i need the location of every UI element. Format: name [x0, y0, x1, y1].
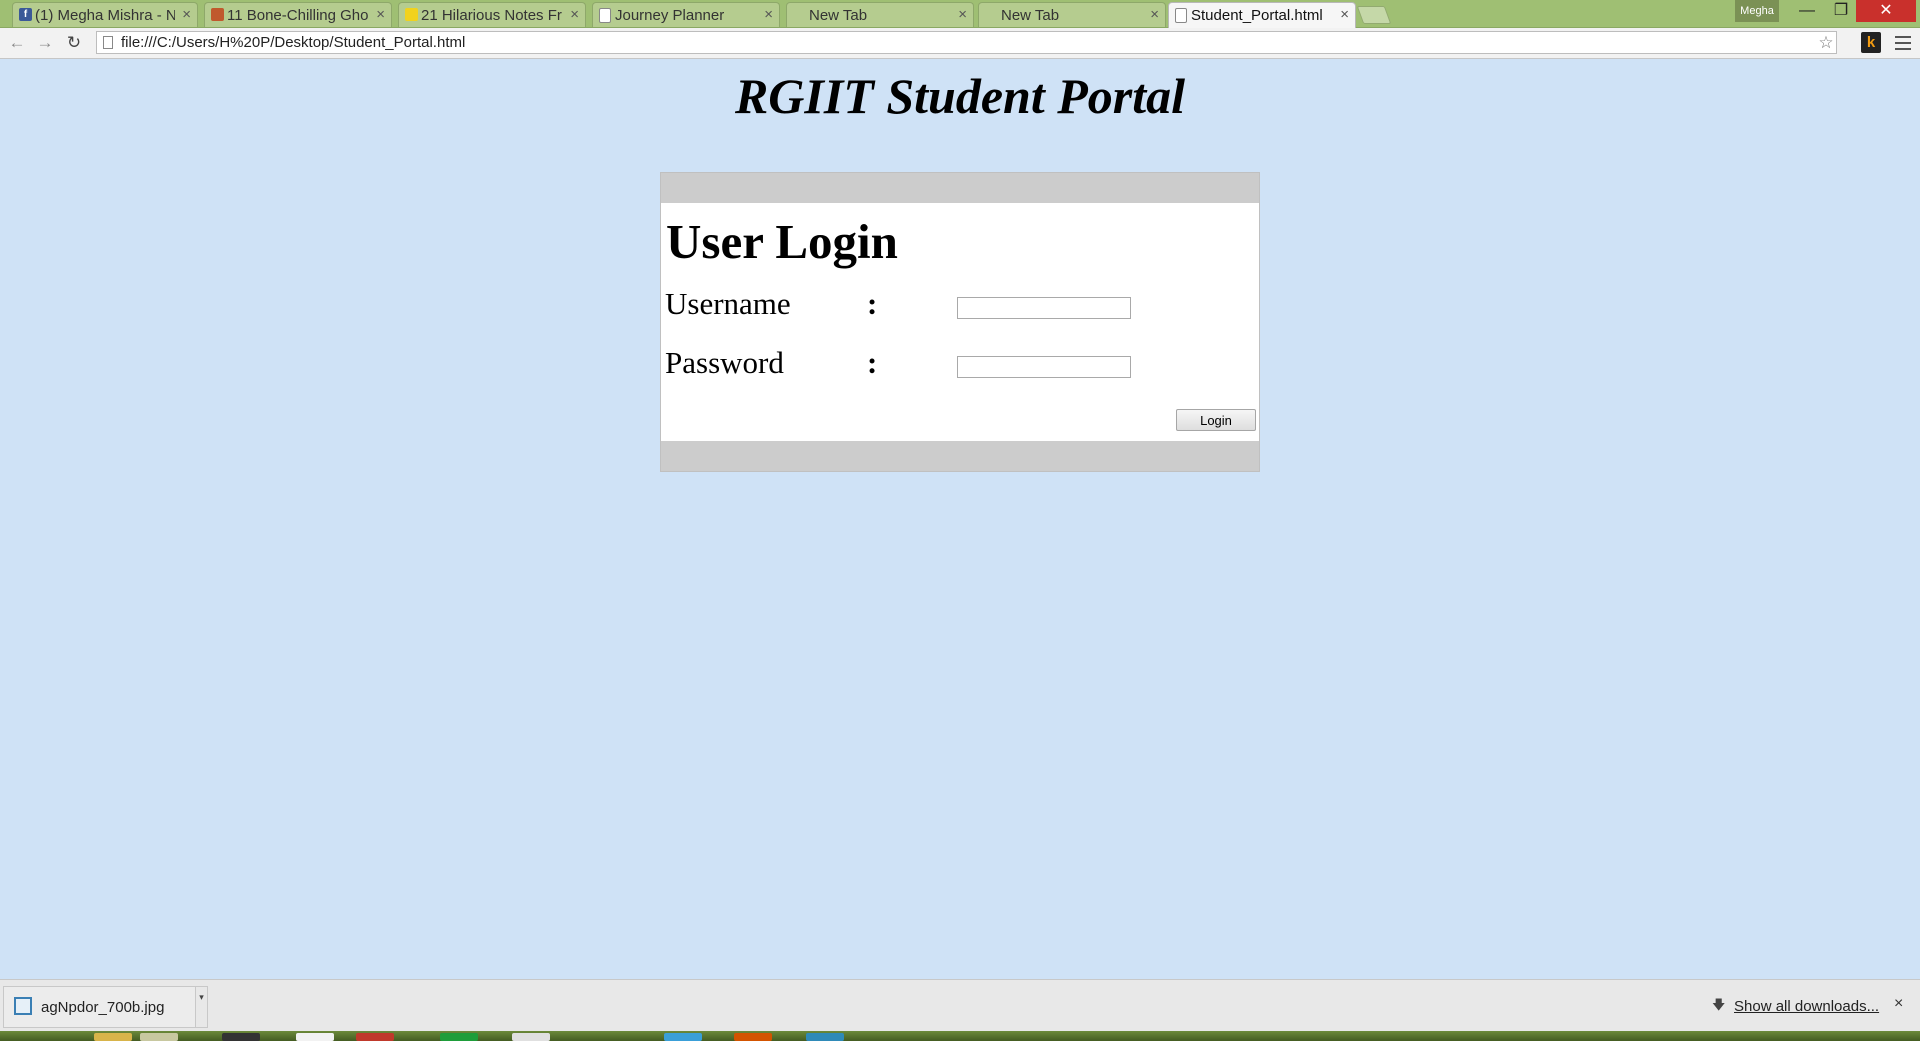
login-button[interactable]: Login [1176, 409, 1256, 431]
menu-icon[interactable] [1893, 32, 1913, 52]
facebook-icon: f [19, 8, 32, 21]
username-label: Username [665, 286, 791, 321]
password-label: Password [665, 345, 784, 380]
password-colon: : [867, 345, 878, 380]
tab-label: New Tab [1001, 6, 1060, 24]
site-icon [405, 8, 418, 21]
minimize-icon[interactable]: — [1790, 0, 1824, 22]
tab-student-portal[interactable]: Student_Portal.html × [1168, 2, 1356, 28]
new-tab-button[interactable] [1356, 6, 1392, 24]
close-icon[interactable]: × [1894, 995, 1903, 1013]
tab-hilarious-notes[interactable]: 21 Hilarious Notes Fr × [398, 2, 586, 27]
forward-arrow-icon[interactable]: → [35, 33, 55, 53]
taskbar-app-icon[interactable] [222, 1033, 260, 1041]
login-heading: User Login [666, 214, 898, 269]
tab-label: 21 Hilarious Notes Fr [421, 6, 562, 24]
address-url: file:///C:/Users/H%20P/Desktop/Student_P… [121, 34, 466, 51]
taskbar [0, 1031, 1920, 1041]
tab-journey-planner[interactable]: Journey Planner × [592, 2, 780, 27]
reload-icon[interactable]: ↻ [64, 33, 84, 53]
back-arrow-icon[interactable]: ← [7, 33, 27, 53]
taskbar-app-icon[interactable] [734, 1033, 772, 1041]
tab-label: Journey Planner [615, 6, 725, 24]
close-icon[interactable]: × [764, 6, 773, 23]
download-arrow-icon: 🡇 [1712, 997, 1726, 1012]
tab-facebook[interactable]: f (1) Megha Mishra - N × [12, 2, 198, 27]
tab-label: New Tab [809, 6, 868, 24]
taskbar-app-icon[interactable] [356, 1033, 394, 1041]
login-form: User Login Username : Password : Login [660, 172, 1260, 472]
taskbar-app-icon[interactable] [296, 1033, 334, 1041]
show-all-downloads-link[interactable]: Show all downloads... [1734, 998, 1879, 1015]
close-icon[interactable]: × [1340, 6, 1349, 23]
close-icon[interactable]: × [958, 6, 967, 23]
download-item[interactable]: agNpdor_700b.jpg [3, 986, 196, 1028]
page-icon [1175, 8, 1187, 23]
page-title: RGIIT Student Portal [734, 68, 1186, 124]
extension-k-icon[interactable]: k [1861, 32, 1881, 53]
site-icon [211, 8, 224, 21]
taskbar-app-icon[interactable] [140, 1033, 178, 1041]
profile-badge[interactable]: Megha [1735, 0, 1779, 22]
taskbar-app-icon[interactable] [512, 1033, 550, 1041]
login-footer-bar [661, 441, 1259, 471]
bookmark-star-icon[interactable]: ☆ [1815, 32, 1837, 53]
address-bar[interactable]: file:///C:/Users/H%20P/Desktop/Student_P… [96, 31, 1837, 54]
taskbar-app-icon[interactable] [440, 1033, 478, 1041]
close-icon[interactable]: × [182, 6, 191, 23]
username-input[interactable] [957, 297, 1131, 319]
taskbar-app-icon[interactable] [94, 1033, 132, 1041]
password-input[interactable] [957, 356, 1131, 378]
taskbar-app-icon[interactable] [806, 1033, 844, 1041]
username-colon: : [867, 286, 878, 321]
page-content: RGIIT Student Portal User Login Username… [0, 59, 1920, 979]
close-icon[interactable]: × [376, 6, 385, 23]
tab-new-tab-2[interactable]: New Tab × [978, 2, 1166, 27]
page-icon [599, 8, 611, 23]
window-close-icon[interactable]: ✕ [1856, 0, 1916, 22]
tab-strip: f (1) Megha Mishra - N × 11 Bone-Chillin… [0, 0, 1920, 28]
browser-toolbar: ← → ↻ file:///C:/Users/H%20P/Desktop/Stu… [0, 28, 1920, 59]
close-icon[interactable]: × [570, 6, 579, 23]
page-icon [103, 36, 113, 49]
tab-label: Student_Portal.html [1191, 7, 1323, 24]
login-header-bar [661, 173, 1259, 203]
taskbar-app-icon[interactable] [664, 1033, 702, 1041]
tab-new-tab-1[interactable]: New Tab × [786, 2, 974, 27]
close-icon[interactable]: × [1150, 6, 1159, 23]
download-options-chevron-icon[interactable]: ▾ [196, 986, 208, 1028]
tab-label: (1) Megha Mishra - N [35, 6, 175, 24]
tab-bone-chilling[interactable]: 11 Bone-Chilling Gho × [204, 2, 392, 27]
download-file-name: agNpdor_700b.jpg [41, 999, 165, 1016]
maximize-icon[interactable]: ❐ [1824, 0, 1858, 22]
image-file-icon [14, 997, 32, 1015]
tab-label: 11 Bone-Chilling Gho [227, 6, 369, 24]
downloads-shelf: agNpdor_700b.jpg ▾ 🡇 Show all downloads.… [0, 979, 1920, 1032]
